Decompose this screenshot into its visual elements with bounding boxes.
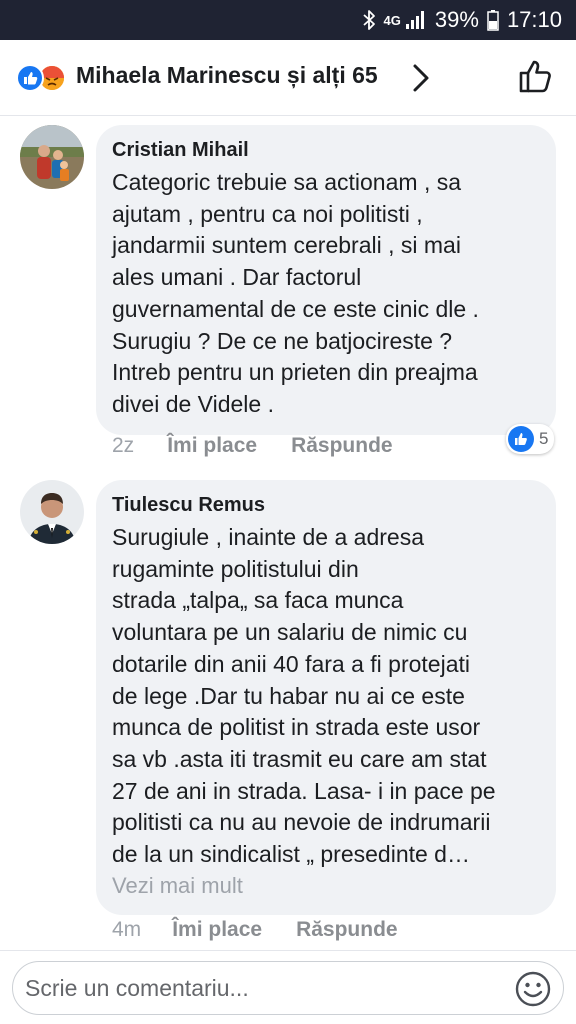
like-reaction-icon: [508, 426, 534, 452]
comment-author[interactable]: Cristian Mihail: [112, 137, 540, 163]
reactions-title[interactable]: Mihaela Marinescu și alți 65: [76, 62, 378, 89]
comment-text: Categoric trebuie sa actionam , sa ajuta…: [112, 169, 479, 417]
chevron-right-icon[interactable]: [412, 63, 430, 98]
bluetooth-icon: [362, 9, 376, 31]
like-reaction-icon: [16, 64, 44, 92]
comment-input-box[interactable]: [12, 961, 564, 1015]
comment-time[interactable]: 4m: [112, 918, 141, 942]
like-comment-button[interactable]: Îmi place: [172, 918, 262, 942]
comment-like-count[interactable]: 5: [506, 424, 555, 454]
status-icons: 4G 39% 17:10: [362, 0, 562, 40]
reaction-icons: [16, 64, 72, 92]
reply-button[interactable]: Răspunde: [291, 434, 393, 458]
avatar[interactable]: [20, 125, 84, 189]
battery-percent: 39%: [434, 7, 479, 32]
comment-author[interactable]: Tiulescu Remus: [112, 492, 540, 518]
signal-icon: [405, 10, 427, 30]
network-type: 4G: [383, 12, 401, 28]
comment-composer: [0, 950, 576, 1024]
comment-bubble[interactable]: Cristian Mihail Categoric trebuie sa act…: [96, 125, 556, 435]
comment-actions: 4m Îmi place Răspunde: [112, 918, 398, 942]
emoji-icon[interactable]: [515, 971, 551, 1012]
status-bar: 4G 39% 17:10: [0, 0, 576, 40]
see-more-link[interactable]: Vezi mai mult: [112, 871, 540, 901]
comment-text: Surugiule , inainte de a adresa rugamint…: [112, 524, 496, 868]
reply-button[interactable]: Răspunde: [296, 918, 398, 942]
comment-bubble[interactable]: Tiulescu Remus Surugiule , inainte de a …: [96, 480, 556, 915]
battery-icon: [487, 9, 499, 31]
like-count-number: 5: [539, 429, 549, 448]
like-post-button[interactable]: [518, 58, 554, 99]
like-comment-button[interactable]: Îmi place: [167, 434, 257, 458]
clock: 17:10: [506, 7, 562, 32]
reactions-header[interactable]: Mihaela Marinescu și alți 65: [0, 40, 576, 116]
comment-time[interactable]: 2z: [112, 434, 134, 458]
avatar[interactable]: [20, 480, 84, 544]
comment-input[interactable]: [25, 962, 505, 1014]
comment-actions: 2z Îmi place Răspunde: [112, 434, 393, 458]
